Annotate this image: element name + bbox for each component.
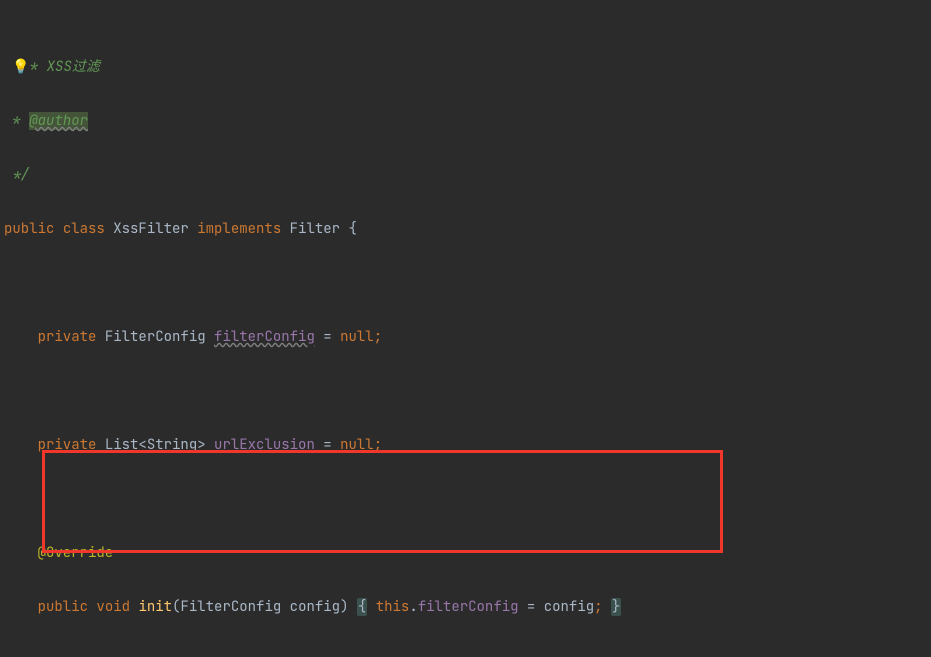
brace-highlight: }	[611, 598, 621, 616]
code-line: @Override	[4, 540, 931, 567]
brace-highlight: {	[357, 598, 367, 616]
code-line: public class XssFilter implements Filter…	[4, 216, 931, 243]
code-line	[4, 486, 931, 513]
javadoc-author-tag: @author	[29, 112, 88, 130]
code-editor[interactable]: 💡* XSS过滤 * @author */ public class XssFi…	[0, 0, 931, 657]
code-line: private List<String> urlExclusion = null…	[4, 432, 931, 459]
code-line	[4, 270, 931, 297]
doc-comment: * XSS过滤	[30, 58, 100, 76]
code-line: */	[4, 162, 931, 189]
field-urlexclusion: urlExclusion	[214, 436, 315, 454]
code-line	[4, 648, 931, 657]
code-line: * @author	[4, 108, 931, 135]
method-init: init	[138, 598, 172, 616]
code-line: private FilterConfig filterConfig = null…	[4, 324, 931, 351]
annotation-override: @Override	[38, 544, 114, 562]
code-line: 💡* XSS过滤	[4, 54, 931, 81]
code-line	[4, 378, 931, 405]
code-line: public void init(FilterConfig config) { …	[4, 594, 931, 621]
bulb-icon: 💡	[12, 58, 29, 76]
field-filterconfig: filterConfig	[214, 328, 315, 346]
